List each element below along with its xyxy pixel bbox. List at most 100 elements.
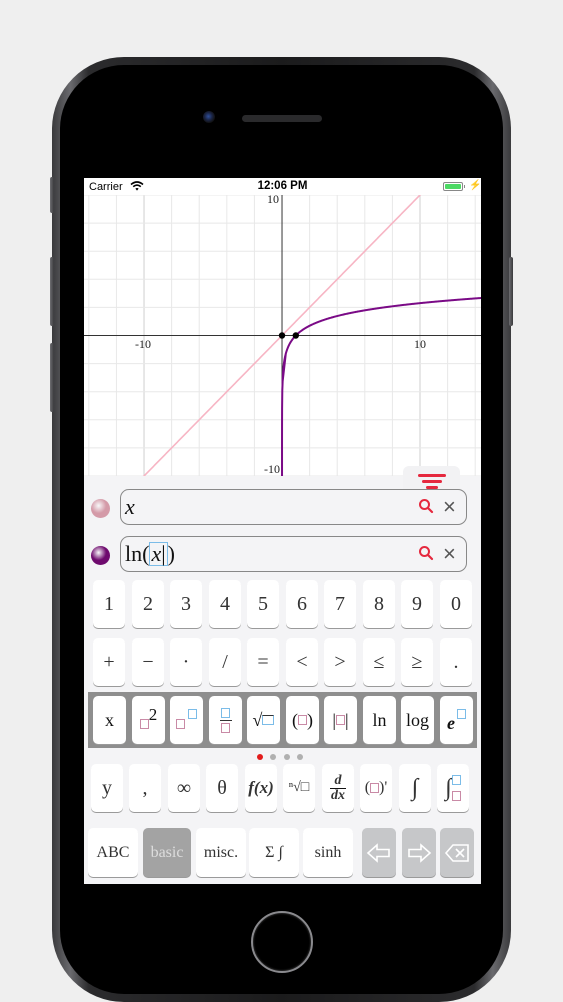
expression-input-active[interactable]: ln(x|) × [120,536,467,572]
intersection-point [278,332,286,339]
exponent-box [188,709,197,719]
denominator-box [221,722,230,733]
curve-color-dot[interactable] [91,546,110,565]
key-6[interactable]: 6 [286,580,318,628]
page-dot[interactable] [284,754,290,760]
placeholder-box [298,715,307,725]
volume-up-button [50,257,54,326]
placeholder-box [176,719,185,729]
earpiece-speaker [242,115,322,122]
key-derivative[interactable]: d dx [322,764,354,812]
volume-down-button [50,343,54,412]
tab-abc[interactable]: ABC [88,828,138,877]
arrow-left-icon [366,842,390,863]
key-sqrt[interactable]: √ [247,696,280,744]
key-comma[interactable]: , [129,764,161,812]
key-square[interactable]: 2 [132,696,165,744]
key-function[interactable]: f(x) [245,764,277,812]
numerator-box [221,707,230,718]
key-plus[interactable]: + [93,638,125,686]
d-numerator: d [334,772,342,788]
key-minus[interactable]: − [132,638,164,686]
key-prime[interactable]: ()' [360,764,392,812]
backspace-button[interactable] [440,828,474,877]
search-icon[interactable] [418,498,434,514]
close-icon[interactable]: × [443,496,456,518]
key-x[interactable]: x [93,696,126,744]
exponent-box [457,709,466,719]
key-integral[interactable]: ∫ [399,764,431,812]
placeholder-box [139,719,149,729]
expression-text: ln(x|) [125,541,175,566]
power-button [509,257,513,326]
key-0[interactable]: 0 [440,580,472,628]
tab-calculus[interactable]: Σ ∫ [249,828,299,877]
key-nth-root[interactable]: ⁿ√□ [283,764,315,812]
close-icon[interactable]: × [443,543,456,565]
graph-canvas[interactable]: -10 10 10 -10 [84,192,481,496]
key-log[interactable]: log [401,696,434,744]
key-9[interactable]: 9 [401,580,433,628]
key-y[interactable]: y [91,764,123,812]
key-label: ln [372,709,387,730]
battery-icon [443,182,463,191]
search-icon[interactable] [418,545,434,561]
x-axis-label-pos: 10 [414,337,426,351]
key-7[interactable]: 7 [324,580,356,628]
cursor-left-button[interactable] [362,828,396,877]
key-infinity[interactable]: ∞ [168,764,200,812]
front-camera [203,111,215,123]
tab-basic[interactable]: basic [143,828,191,877]
curve-color-dot[interactable] [91,499,110,518]
key-2[interactable]: 2 [132,580,164,628]
expression-row-2: ln(x|) × [84,536,481,574]
key-label: x [105,709,114,730]
graph-plot[interactable] [84,195,481,476]
expression-text: x [125,494,135,519]
placeholder-box [336,715,345,725]
page-dot[interactable] [270,754,276,760]
key-decimal[interactable]: . [440,638,472,686]
battery-tip [464,185,465,188]
key-1[interactable]: 1 [93,580,125,628]
key-divide[interactable]: / [209,638,241,686]
key-less-equal[interactable]: ≤ [363,638,395,686]
paren-close: )' [379,779,388,796]
tab-hyperbolic[interactable]: sinh [303,828,353,877]
expression-input[interactable]: x × [120,489,467,525]
tab-misc[interactable]: misc. [196,828,246,877]
key-5[interactable]: 5 [247,580,279,628]
key-greater-equal[interactable]: ≥ [401,638,433,686]
radicand-box [262,715,275,725]
page-dot[interactable] [297,754,303,760]
key-greater-than[interactable]: > [324,638,356,686]
bounds [451,775,461,801]
key-3[interactable]: 3 [170,580,202,628]
key-ln[interactable]: ln [363,696,396,744]
lower-bound-box [451,791,461,801]
curve-lnx [281,297,481,476]
key-parentheses[interactable]: () [286,696,319,744]
key-exp[interactable]: e [440,696,473,744]
key-8[interactable]: 8 [363,580,395,628]
cursor-right-button[interactable] [402,828,436,877]
charging-bolt-icon: ⚡ [469,180,481,191]
key-label: log [405,709,429,730]
key-theta[interactable]: θ [206,764,238,812]
key-equals[interactable]: = [247,638,279,686]
home-button[interactable] [251,911,313,973]
e-symbol: e [447,712,455,733]
key-absolute[interactable]: | | [324,696,357,744]
key-definite-integral[interactable]: ∫ [437,764,469,812]
key-fraction[interactable] [209,696,242,744]
dx-denominator: dx [331,787,345,803]
key-4[interactable]: 4 [209,580,241,628]
app-screen: Carrier 12:06 PM ⚡ -10 10 10 -10 x × ln(… [84,178,481,884]
key-power[interactable] [170,696,203,744]
arrow-right-icon [408,842,432,863]
cursor-placeholder: x| [149,541,168,566]
backspace-icon [444,843,469,862]
key-less-than[interactable]: < [286,638,318,686]
key-multiply[interactable]: · [170,638,202,686]
page-dot[interactable] [257,754,263,760]
